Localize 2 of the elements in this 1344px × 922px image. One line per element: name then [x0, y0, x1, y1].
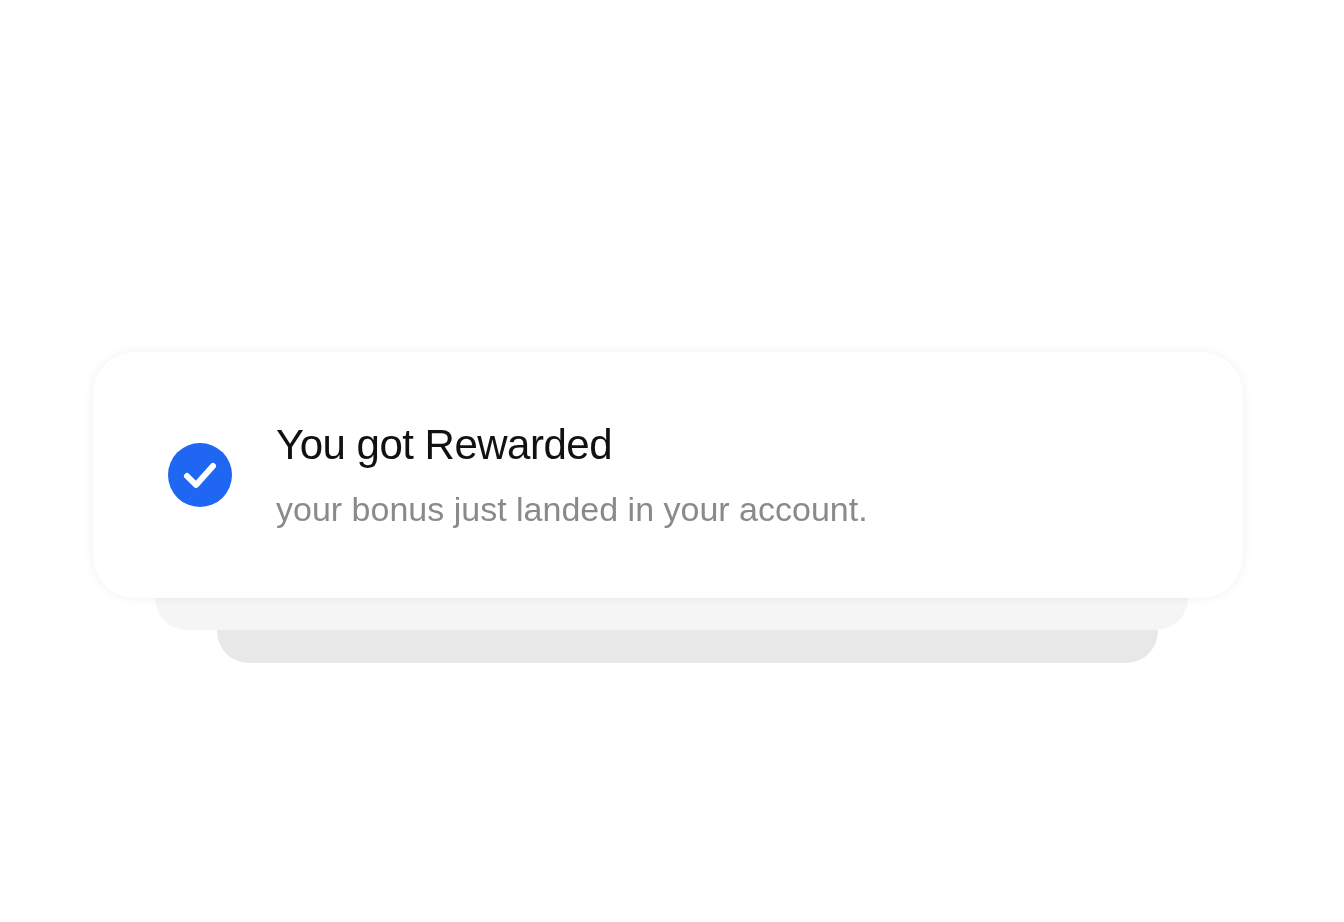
notification-title: You got Rewarded	[276, 420, 614, 471]
notification-message: your bonus just landed in your account.	[276, 488, 868, 530]
